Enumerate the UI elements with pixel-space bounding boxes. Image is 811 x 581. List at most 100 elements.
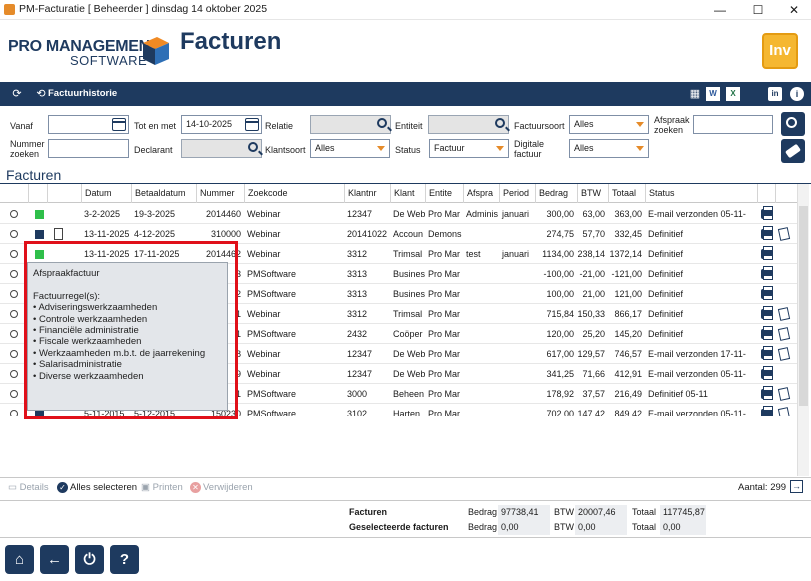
column-header-btw[interactable]: BTW — [577, 184, 608, 203]
search-icon[interactable] — [495, 118, 505, 128]
printer-icon[interactable] — [761, 406, 773, 416]
cell-btw: 150,33 — [577, 309, 605, 319]
back-button[interactable]: ← — [40, 545, 69, 574]
note-icon[interactable] — [777, 227, 791, 241]
tot-en-met-date-input[interactable]: 14-10-2025 — [181, 115, 262, 134]
info-icon[interactable]: i — [790, 87, 804, 101]
row-select-radio[interactable] — [10, 230, 18, 238]
row-select-radio[interactable] — [10, 390, 18, 398]
printer-icon[interactable] — [761, 366, 773, 380]
klantsoort-select[interactable]: Alles — [310, 139, 390, 158]
column-header-afspraak[interactable]: Afspra — [463, 184, 499, 203]
details-button[interactable]: ▭ Details — [8, 482, 49, 493]
vanaf-label: Vanaf — [10, 121, 33, 131]
invoice-history-button[interactable]: Factuurhistorie — [48, 88, 117, 99]
search-icon[interactable] — [377, 118, 387, 128]
home-button[interactable]: ⌂ — [5, 545, 34, 574]
row-select-radio[interactable] — [10, 310, 18, 318]
cell-bedrag: 300,00 — [546, 209, 574, 219]
cell-klant: De Web — [393, 209, 425, 219]
printer-icon[interactable] — [761, 326, 773, 340]
cell-klant: De Web — [393, 349, 425, 359]
note-icon[interactable] — [777, 327, 791, 341]
cell-betaal: 19-3-2025 — [134, 209, 176, 219]
printer-icon[interactable] — [761, 206, 773, 220]
print-button[interactable]: ▣ Printen — [141, 482, 183, 493]
nummer-search-input[interactable] — [48, 139, 129, 158]
printer-icon[interactable] — [761, 386, 773, 400]
printer-icon[interactable] — [761, 346, 773, 360]
column-header-totaal[interactable]: Totaal — [608, 184, 645, 203]
printer-icon[interactable] — [761, 226, 773, 240]
afspraak-search-input[interactable] — [693, 115, 773, 134]
klantsoort-value: Alles — [315, 143, 335, 153]
column-header-klantnr[interactable]: Klantnr — [344, 184, 390, 203]
help-button[interactable]: ? — [110, 545, 139, 574]
printer-icon[interactable] — [761, 286, 773, 300]
column-header-entiteit[interactable]: Entite — [425, 184, 463, 203]
row-select-radio[interactable] — [10, 290, 18, 298]
note-icon[interactable] — [777, 307, 791, 321]
row-select-radio[interactable] — [10, 370, 18, 378]
select-all-button[interactable]: ✓ Alles selecteren — [57, 482, 137, 493]
excel-icon[interactable]: X — [726, 87, 740, 101]
close-button[interactable]: ✕ — [779, 0, 809, 20]
maximize-button[interactable]: ☐ — [743, 0, 773, 20]
search-button[interactable] — [781, 112, 805, 136]
export-icon[interactable]: → — [790, 480, 803, 493]
row-select-radio[interactable] — [10, 210, 18, 218]
search-icon[interactable] — [248, 142, 258, 152]
delete-button[interactable]: ✕ Verwijderen — [190, 482, 253, 493]
cell-btw: 147,42 — [577, 409, 605, 416]
vanaf-date-input[interactable] — [48, 115, 129, 134]
minimize-button[interactable]: — — [705, 0, 735, 20]
entiteit-input[interactable] — [428, 115, 509, 134]
printer-icon[interactable] — [761, 246, 773, 260]
column-header-datum[interactable]: Datum — [81, 184, 131, 203]
inv-badge[interactable]: Inv — [762, 33, 798, 69]
column-header-status[interactable]: Status — [645, 184, 757, 203]
table-scrollbar[interactable] — [797, 184, 809, 476]
calendar-icon[interactable] — [245, 118, 259, 131]
status-select[interactable]: Factuur — [429, 139, 509, 158]
row-select-radio[interactable] — [10, 250, 18, 258]
printer-icon[interactable] — [761, 306, 773, 320]
row-select-radio[interactable] — [10, 350, 18, 358]
cell-bedrag: -100,00 — [543, 269, 574, 279]
note-icon[interactable] — [777, 347, 791, 361]
linkedin-icon[interactable]: in — [768, 87, 782, 101]
relatie-input[interactable] — [310, 115, 391, 134]
column-header-betaaldatum[interactable]: Betaaldatum — [131, 184, 196, 203]
calendar-icon[interactable] — [112, 118, 126, 131]
note-icon[interactable] — [777, 407, 791, 416]
row-select-radio[interactable] — [10, 270, 18, 278]
declarant-input[interactable] — [181, 139, 262, 158]
note-icon[interactable] — [777, 387, 791, 401]
digitale-factuur-select[interactable]: Alles — [569, 139, 649, 158]
column-header-bedrag[interactable]: Bedrag — [535, 184, 577, 203]
cell-periode — [499, 304, 535, 324]
document-icon[interactable] — [54, 228, 63, 240]
row-select-radio[interactable] — [10, 410, 18, 416]
calculator-icon[interactable]: ▦ — [688, 87, 702, 101]
cell-bedrag: 1134,00 — [542, 249, 574, 259]
row-select-radio[interactable] — [10, 330, 18, 338]
factuursoort-select[interactable]: Alles — [569, 115, 649, 134]
column-header-periode[interactable]: Period — [499, 184, 535, 203]
history-icon[interactable]: ⟲ — [34, 87, 48, 101]
printer-icon[interactable] — [761, 266, 773, 280]
power-button[interactable]: ⏻ — [75, 545, 104, 574]
clear-filters-button[interactable] — [781, 139, 805, 163]
refresh-icon[interactable]: ⟳ — [10, 87, 24, 101]
table-row[interactable]: 3-2-2025 19-3-2025 2014460 Webinar 12347 De W… — [0, 204, 797, 224]
cell-klant: Busines — [393, 289, 425, 299]
cell-afspraak — [463, 324, 499, 344]
scrollbar-thumb[interactable] — [799, 206, 808, 406]
column-header-nummer[interactable]: Nummer — [196, 184, 244, 203]
column-header-zoekcode[interactable]: Zoekcode — [244, 184, 344, 203]
word-icon[interactable]: W — [706, 87, 720, 101]
cell-klant: Harten, — [393, 409, 423, 416]
column-header-klant[interactable]: Klant — [390, 184, 425, 203]
dropdown-caret-icon — [636, 122, 644, 127]
digitale-label-line1: Digitale — [514, 139, 545, 149]
